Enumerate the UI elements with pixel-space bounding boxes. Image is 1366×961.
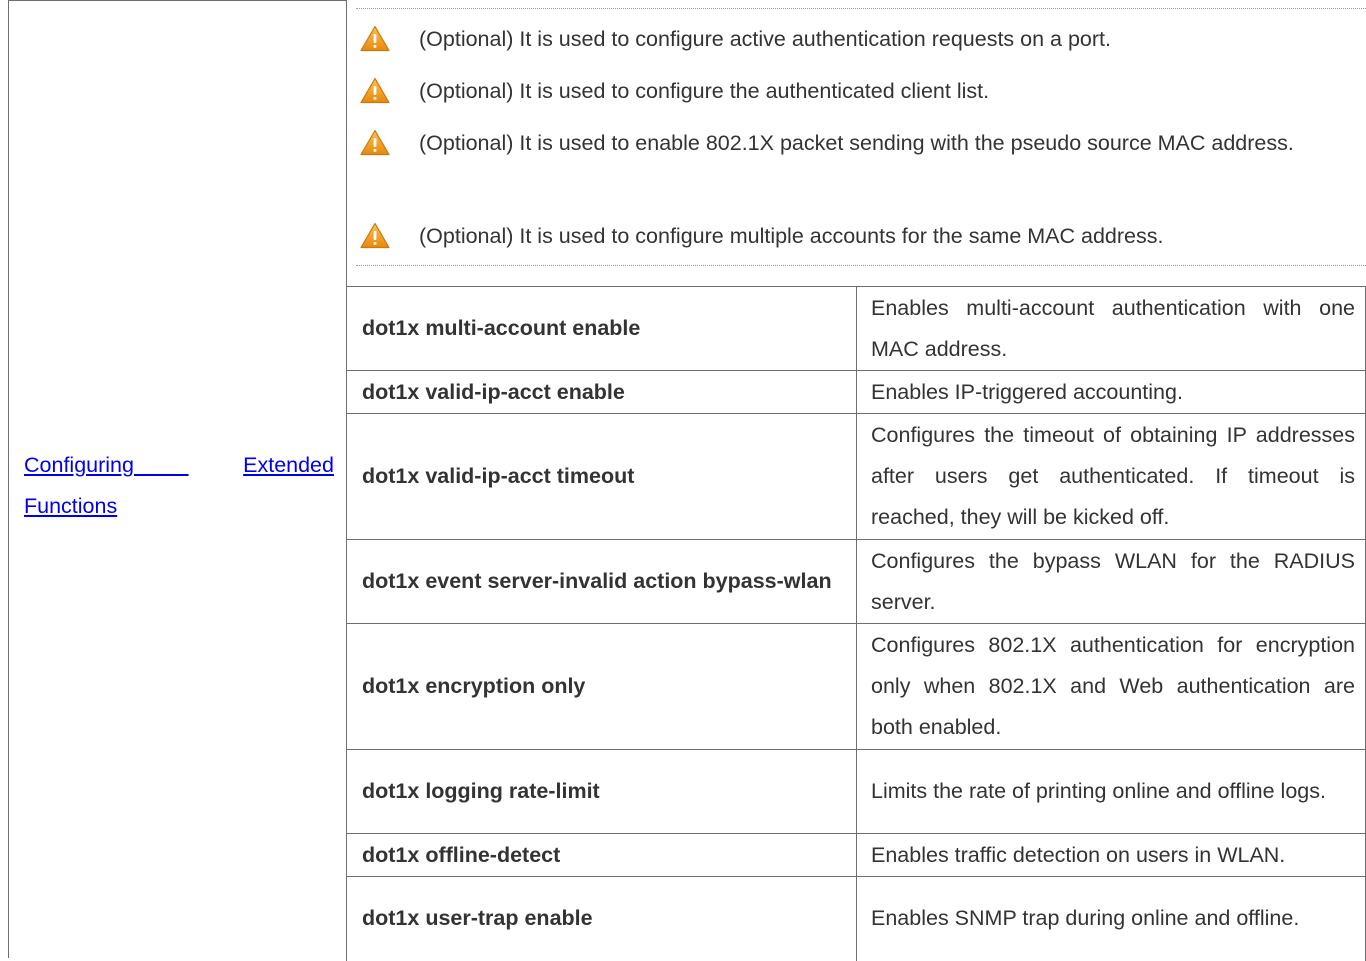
description-cell: Configures 802.1X authentication for enc… [856, 623, 1366, 750]
table-row: dot1x valid-ip-acct timeout Configures t… [346, 413, 1366, 540]
command-cell: dot1x valid-ip-acct enable [346, 370, 857, 414]
description-cell: Configures the bypass WLAN for the RADIU… [856, 539, 1366, 624]
note-text: (Optional) It is used to configure multi… [419, 224, 1164, 248]
feature-link-line-1: Configuring Extended [24, 445, 334, 486]
column-top-border [9, 0, 346, 1]
feature-column: Configuring Extended Functions [8, 0, 347, 958]
optional-notes: (Optional) It is used to configure activ… [356, 8, 1366, 266]
description-cell: Enables traffic detection on users in WL… [856, 833, 1366, 877]
warning-icon [360, 25, 390, 52]
table-row: dot1x logging rate-limit Limits the rate… [346, 749, 1366, 834]
description-cell: Enables IP-triggered accounting. [856, 370, 1366, 414]
description-cell: Enables SNMP trap during online and offl… [856, 876, 1366, 961]
note-text: (Optional) It is used to configure the a… [419, 79, 990, 103]
note-text: (Optional) It is used to enable 802.1X p… [419, 131, 1294, 155]
table-row: dot1x encryption only Configures 802.1X … [346, 623, 1366, 750]
configuring-extended-functions-link-part-3[interactable]: Functions [24, 494, 117, 518]
description-cell: Enables multi-account authentication wit… [856, 286, 1366, 371]
warning-icon [360, 222, 390, 249]
note-item: (Optional) It is used to enable 802.1X p… [356, 123, 1356, 205]
command-table: dot1x multi-account enable Enables multi… [346, 286, 1366, 961]
command-cell: dot1x valid-ip-acct timeout [346, 413, 857, 540]
command-cell: dot1x encryption only [346, 623, 857, 750]
command-cell: dot1x offline-detect [346, 833, 857, 877]
feature-link-cell: Configuring Extended Functions [24, 445, 334, 527]
warning-icon [360, 129, 390, 156]
command-cell: dot1x logging rate-limit [346, 749, 857, 834]
table-row: dot1x offline-detect Enables traffic det… [346, 833, 1366, 877]
table-row: dot1x multi-account enable Enables multi… [346, 286, 1366, 371]
description-cell: Limits the rate of printing online and o… [856, 749, 1366, 834]
document-page: Configuring Extended Functions (Optional… [0, 0, 1366, 961]
command-cell: dot1x multi-account enable [346, 286, 857, 371]
note-item: (Optional) It is used to configure activ… [356, 19, 1356, 60]
configuring-extended-functions-link[interactable]: Configuring [24, 453, 189, 477]
command-cell: dot1x event server-invalid action bypass… [346, 539, 857, 624]
description-cell: Configures the timeout of obtaining IP a… [856, 413, 1366, 540]
note-item: (Optional) It is used to configure the a… [356, 71, 1356, 112]
table-row: dot1x user-trap enable Enables SNMP trap… [346, 876, 1366, 961]
feature-link-line-2: Functions [24, 486, 334, 527]
note-text: (Optional) It is used to configure activ… [419, 27, 1111, 51]
note-item: (Optional) It is used to configure multi… [356, 216, 1356, 257]
table-row: dot1x event server-invalid action bypass… [346, 539, 1366, 624]
configuring-extended-functions-link-part-2[interactable]: Extended [243, 453, 334, 477]
command-cell: dot1x user-trap enable [346, 876, 857, 961]
warning-icon [360, 77, 390, 104]
table-row: dot1x valid-ip-acct enable Enables IP-tr… [346, 370, 1366, 414]
